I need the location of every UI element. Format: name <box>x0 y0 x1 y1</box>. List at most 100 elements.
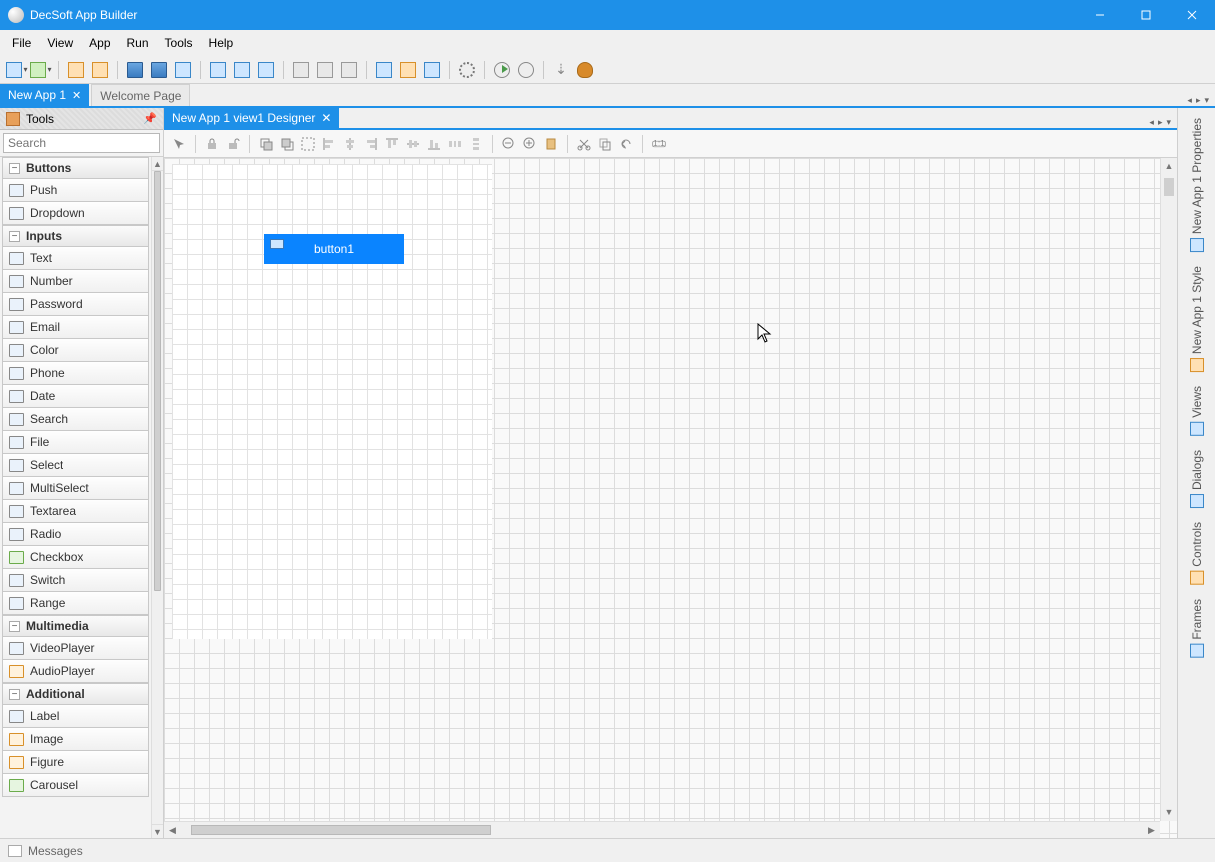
placed-button1[interactable]: button1 <box>264 234 404 264</box>
tool-text[interactable]: Text <box>2 247 149 270</box>
tools-header[interactable]: Tools 📌 <box>0 108 163 130</box>
tool-email[interactable]: Email <box>2 316 149 339</box>
resource-1-button[interactable] <box>373 59 395 81</box>
tool-dropdown[interactable]: Dropdown <box>2 202 149 225</box>
tool-label[interactable]: Label <box>2 705 149 728</box>
folders-button[interactable] <box>89 59 111 81</box>
add-frame-button[interactable] <box>255 59 277 81</box>
save-all-button[interactable] <box>148 59 170 81</box>
group-icon[interactable] <box>299 135 317 153</box>
dock-controls[interactable]: Controls <box>1188 516 1206 591</box>
tool-file[interactable]: File <box>2 431 149 454</box>
unlock-icon[interactable] <box>224 135 242 153</box>
add-dialog-button[interactable] <box>231 59 253 81</box>
open-button[interactable]: ▾ <box>30 59 52 81</box>
maximize-button[interactable] <box>1123 0 1169 30</box>
tab-welcome[interactable]: Welcome Page <box>91 84 190 106</box>
tool-multiselect[interactable]: MultiSelect <box>2 477 149 500</box>
menu-file[interactable]: File <box>4 32 39 54</box>
tab-new-app[interactable]: New App 1 ✕ <box>0 84 89 106</box>
tool-number[interactable]: Number <box>2 270 149 293</box>
align-top-icon[interactable] <box>383 135 401 153</box>
tab-nav[interactable]: ◂▸▾ <box>1181 95 1215 106</box>
zoom-in-icon[interactable] <box>521 135 539 153</box>
save-button[interactable] <box>124 59 146 81</box>
send-back-icon[interactable] <box>278 135 296 153</box>
dock-views[interactable]: Views <box>1188 380 1206 442</box>
align-center-v-icon[interactable] <box>404 135 422 153</box>
vscroll-up-icon[interactable]: ▲ <box>1161 158 1177 175</box>
dock-frames[interactable]: Frames <box>1188 593 1206 664</box>
lock-icon[interactable] <box>203 135 221 153</box>
group-inputs[interactable]: −Inputs <box>2 225 149 247</box>
design-surface[interactable]: button1 <box>172 164 492 639</box>
vscroll-down-icon[interactable]: ▼ <box>1161 804 1177 821</box>
dist-v-icon[interactable] <box>467 135 485 153</box>
search-input[interactable] <box>3 133 160 153</box>
tool-radio[interactable]: Radio <box>2 523 149 546</box>
pin-icon[interactable]: 📌 <box>143 112 157 125</box>
debug-bug-button[interactable] <box>574 59 596 81</box>
collapse-icon[interactable]: − <box>9 163 20 174</box>
copy-button[interactable] <box>172 59 194 81</box>
tool-color[interactable]: Color <box>2 339 149 362</box>
tab-close-icon[interactable]: ✕ <box>72 89 81 102</box>
designer-tab-nav[interactable]: ◂▸▾ <box>1143 117 1177 128</box>
new-button[interactable]: ▾ <box>6 59 28 81</box>
tools-scrollbar[interactable]: ▲ ▼ <box>151 157 163 838</box>
canvas-vscroll[interactable]: ▲ ▼ <box>1160 158 1177 821</box>
minimize-button[interactable] <box>1077 0 1123 30</box>
tool-carousel[interactable]: Carousel <box>2 774 149 797</box>
group-buttons[interactable]: −Buttons <box>2 157 149 179</box>
scroll-up-icon[interactable]: ▲ <box>152 157 163 171</box>
resource-3-button[interactable] <box>421 59 443 81</box>
tool-image[interactable]: Image <box>2 728 149 751</box>
collapse-icon[interactable]: − <box>9 689 20 700</box>
menu-app[interactable]: App <box>81 32 118 54</box>
scroll-thumb[interactable] <box>154 171 161 591</box>
stop-button[interactable] <box>515 59 537 81</box>
menu-run[interactable]: Run <box>119 32 157 54</box>
hscroll-right-icon[interactable]: ▶ <box>1143 825 1160 836</box>
menu-tools[interactable]: Tools <box>157 32 201 54</box>
collapse-icon[interactable]: − <box>9 621 20 632</box>
zoom-out-icon[interactable] <box>500 135 518 153</box>
align-center-h-icon[interactable] <box>341 135 359 153</box>
dist-h-icon[interactable] <box>446 135 464 153</box>
pointer-tool-icon[interactable] <box>170 135 188 153</box>
vscroll-thumb[interactable] <box>1164 178 1174 196</box>
tool-figure[interactable]: Figure <box>2 751 149 774</box>
settings-1-button[interactable] <box>290 59 312 81</box>
ratio-icon[interactable]: 1:1 <box>650 135 668 153</box>
copy-icon[interactable] <box>596 135 614 153</box>
undo-icon[interactable] <box>617 135 635 153</box>
tools-button[interactable] <box>456 59 478 81</box>
settings-2-button[interactable] <box>314 59 336 81</box>
cut-icon[interactable] <box>575 135 593 153</box>
bring-front-icon[interactable] <box>257 135 275 153</box>
hscroll-left-icon[interactable]: ◀ <box>164 825 181 836</box>
tool-range[interactable]: Range <box>2 592 149 615</box>
tool-checkbox[interactable]: Checkbox <box>2 546 149 569</box>
debug-1-button[interactable]: ⇣ <box>550 59 572 81</box>
align-left-icon[interactable] <box>320 135 338 153</box>
designer-tab[interactable]: New App 1 view1 Designer ✕ <box>164 108 339 128</box>
tool-date[interactable]: Date <box>2 385 149 408</box>
tool-search[interactable]: Search <box>2 408 149 431</box>
scroll-down-icon[interactable]: ▼ <box>152 824 163 838</box>
menu-view[interactable]: View <box>39 32 81 54</box>
tool-videoplayer[interactable]: VideoPlayer <box>2 637 149 660</box>
messages-label[interactable]: Messages <box>28 844 83 858</box>
align-right-icon[interactable] <box>362 135 380 153</box>
resource-2-button[interactable] <box>397 59 419 81</box>
tool-audioplayer[interactable]: AudioPlayer <box>2 660 149 683</box>
tool-textarea[interactable]: Textarea <box>2 500 149 523</box>
dock-properties[interactable]: New App 1 Properties <box>1188 112 1206 258</box>
tool-push[interactable]: Push <box>2 179 149 202</box>
hscroll-thumb[interactable] <box>191 825 491 835</box>
group-additional[interactable]: −Additional <box>2 683 149 705</box>
tool-phone[interactable]: Phone <box>2 362 149 385</box>
canvas[interactable]: button1 ▲ ▼ ◀ ▶ <box>164 158 1177 838</box>
group-multimedia[interactable]: −Multimedia <box>2 615 149 637</box>
tool-select[interactable]: Select <box>2 454 149 477</box>
